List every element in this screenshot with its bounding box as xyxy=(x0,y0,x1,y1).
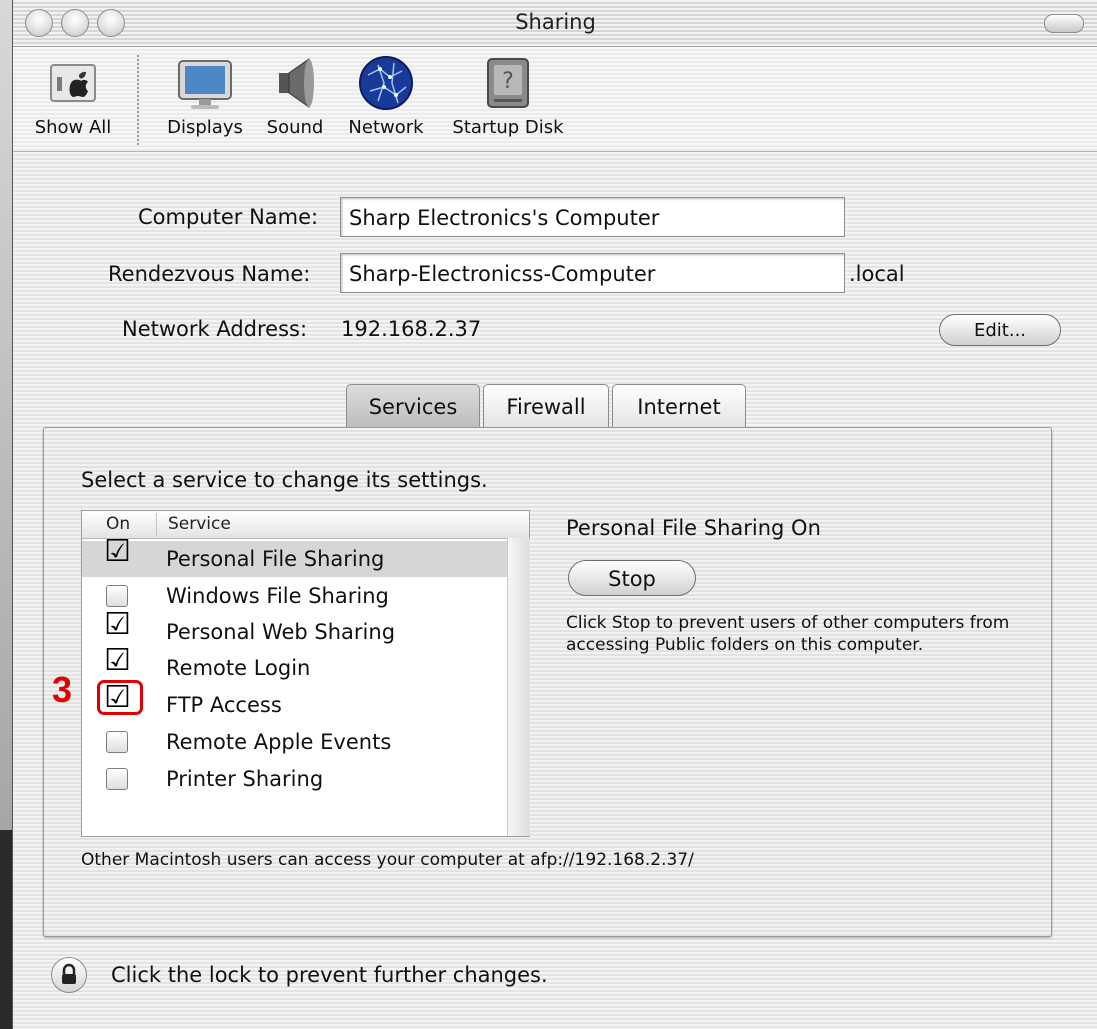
checkmark-icon[interactable]: ☑ xyxy=(104,645,131,677)
toolbar-separator xyxy=(137,55,139,145)
svg-text:?: ? xyxy=(502,69,514,94)
service-description: Click Stop to prevent users of other com… xyxy=(566,613,1010,655)
toolbar-label: Startup Disk xyxy=(452,117,564,138)
service-name: Remote Login xyxy=(166,656,311,680)
display-icon xyxy=(175,53,235,113)
network-address-value: 192.168.2.37 xyxy=(341,317,482,341)
service-name: Personal Web Sharing xyxy=(166,620,396,644)
toolbar-displays[interactable]: Displays xyxy=(155,53,255,138)
list-scrollbar[interactable] xyxy=(507,538,530,836)
service-row-windows-file-sharing[interactable]: Windows File Sharing xyxy=(82,578,507,614)
stop-button[interactable]: Stop xyxy=(568,560,696,596)
toolbar-label: Show All xyxy=(34,117,112,138)
toolbar-sound[interactable]: Sound xyxy=(259,53,331,138)
toolbar-show-all[interactable]: Show All xyxy=(23,53,123,138)
service-checkbox[interactable] xyxy=(106,768,128,790)
service-name: Personal File Sharing xyxy=(166,547,385,571)
column-divider xyxy=(156,513,157,536)
lock-message: Click the lock to prevent further change… xyxy=(111,963,548,987)
tab-firewall[interactable]: Firewall xyxy=(483,384,609,428)
rendezvous-name-field[interactable]: Sharp-Electronicss-Computer xyxy=(340,253,845,293)
service-status-title: Personal File Sharing On xyxy=(566,516,821,540)
service-name: Printer Sharing xyxy=(166,767,324,791)
service-checkbox[interactable] xyxy=(106,585,128,607)
service-name: FTP Access xyxy=(166,693,282,717)
service-column-header[interactable]: Service xyxy=(168,512,231,537)
service-row-remote-apple-events[interactable]: Remote Apple Events xyxy=(82,724,507,760)
lock-button[interactable] xyxy=(51,957,87,993)
computer-name-label: Computer Name: xyxy=(138,205,319,229)
disk-icon: ? xyxy=(478,53,538,113)
toolbar-toggle-button[interactable] xyxy=(1044,14,1084,33)
service-row-ftp-access[interactable]: ☑ FTP Access xyxy=(82,682,507,723)
title-bar[interactable]: Sharing xyxy=(13,0,1097,47)
computer-name-field[interactable]: Sharp Electronics's Computer xyxy=(340,197,845,237)
window-title: Sharing xyxy=(515,10,596,34)
speaker-icon xyxy=(265,53,325,113)
rendezvous-suffix: .local xyxy=(849,262,905,286)
preferences-toolbar: Show All Displays Sound Network ? Startu… xyxy=(13,47,1097,152)
apple-icon xyxy=(43,53,103,113)
lock-icon xyxy=(62,963,76,984)
step-number-annotation: 3 xyxy=(52,669,73,710)
sharing-window: Sharing Show All Displays Sound Network … xyxy=(12,0,1097,1029)
checkmark-icon[interactable]: ☑ xyxy=(104,609,131,641)
toolbar-startup-disk[interactable]: ? Startup Disk xyxy=(443,53,573,138)
network-address-label: Network Address: xyxy=(122,317,308,341)
tab-internet[interactable]: Internet xyxy=(612,384,746,428)
rendezvous-name-label: Rendezvous Name: xyxy=(108,262,311,286)
ftp-access-highlight-box xyxy=(97,680,143,715)
toolbar-network[interactable]: Network xyxy=(341,53,431,138)
service-row-remote-login[interactable]: ☑ Remote Login xyxy=(82,645,507,686)
checkmark-icon[interactable]: ☑ xyxy=(104,536,131,568)
toolbar-label: Network xyxy=(348,117,424,138)
edit-button[interactable]: Edit... xyxy=(939,314,1061,346)
services-list-header: On Service xyxy=(82,511,529,539)
service-name: Windows File Sharing xyxy=(166,584,389,608)
afp-address-note: Other Macintosh users can access your co… xyxy=(81,850,694,870)
service-row-personal-web-sharing[interactable]: ☑ Personal Web Sharing xyxy=(82,609,507,650)
service-row-printer-sharing[interactable]: Printer Sharing xyxy=(82,761,507,797)
service-instruction: Select a service to change its settings. xyxy=(81,468,488,492)
service-checkbox[interactable] xyxy=(106,731,128,753)
globe-icon xyxy=(356,53,416,113)
tab-services[interactable]: Services xyxy=(346,384,480,428)
services-list[interactable]: On Service ☑ Personal File Sharing Windo… xyxy=(81,510,530,837)
toolbar-label: Displays xyxy=(167,117,243,138)
service-name: Remote Apple Events xyxy=(166,730,392,754)
toolbar-label: Sound xyxy=(266,117,324,138)
service-row-personal-file-sharing[interactable]: ☑ Personal File Sharing xyxy=(82,536,507,577)
